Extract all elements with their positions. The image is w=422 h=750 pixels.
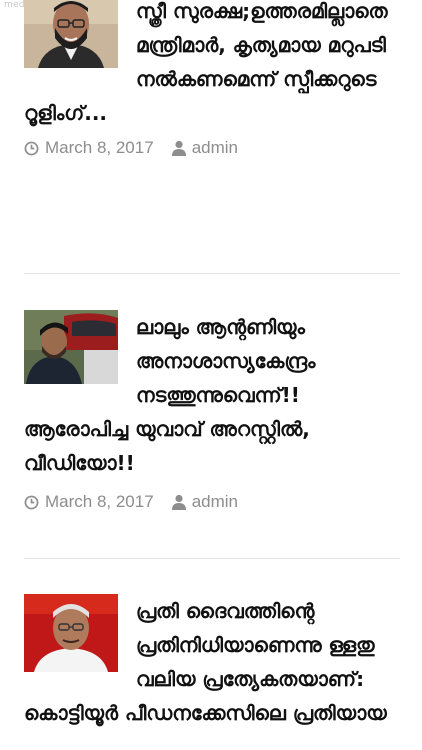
article-thumbnail[interactable] [24, 0, 118, 68]
clock-icon [24, 141, 39, 156]
article-card[interactable]: പ്രതി ദൈവത്തിന്റെ പ്രതിനിധിയാണെന്നു ള്ളത… [0, 594, 422, 730]
article-thumbnail[interactable] [24, 594, 118, 672]
article-author[interactable]: admin [192, 138, 238, 158]
article-card[interactable]: ലാലും ആന്റണിയും അനാശാസ്യകേന്ദ്രം നടത്തുന… [0, 310, 422, 512]
article-date[interactable]: March 8, 2017 [45, 138, 154, 158]
article-thumbnail[interactable] [24, 310, 118, 384]
divider [24, 558, 400, 559]
article-meta: March 8, 2017 admin [24, 138, 400, 158]
portrait-man-glasses-icon [24, 0, 118, 68]
article-author[interactable]: admin [192, 492, 238, 512]
portrait-man-red-icon [24, 594, 118, 672]
divider [24, 273, 400, 274]
user-icon [171, 140, 186, 156]
article-meta: March 8, 2017 admin [24, 492, 400, 512]
article-card[interactable]: സ്ത്രീ സുരക്ഷ;ഉത്തരമില്ലാതെ മന്ത്രിമാർ, … [0, 0, 422, 158]
article-date[interactable]: March 8, 2017 [45, 492, 154, 512]
clock-icon [24, 495, 39, 510]
portrait-man-car-icon [24, 310, 118, 384]
user-icon [171, 494, 186, 510]
